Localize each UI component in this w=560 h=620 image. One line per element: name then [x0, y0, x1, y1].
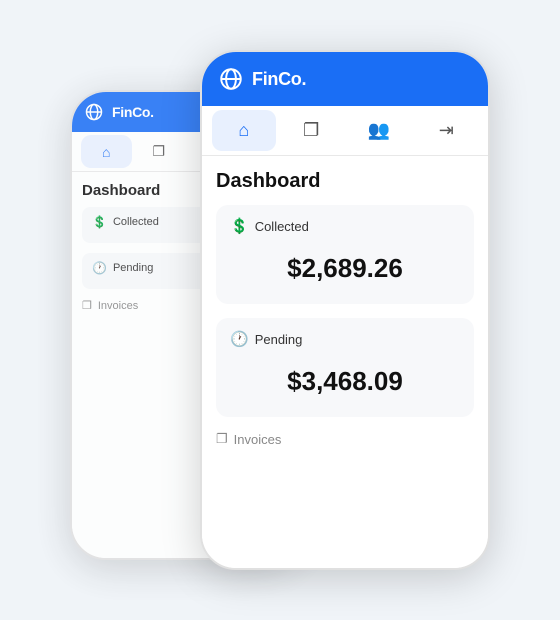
front-pending-icon: 🕐	[230, 330, 249, 348]
phones-container: FinCo. ⌂ ❐ 👥 ⇥ Dashboard 💲 Collected	[70, 30, 490, 590]
front-nav-home[interactable]: ⌂	[212, 110, 276, 151]
globe-icon-back	[84, 102, 104, 122]
back-invoices-icon: ❐	[82, 299, 92, 312]
back-pending-icon: 🕐	[92, 261, 107, 275]
front-nav: ⌂ ❐ 👥 ⇥	[202, 106, 488, 156]
back-collected-icon: 💲	[92, 215, 107, 229]
front-pending-card: 🕐 Pending $3,468.09	[216, 318, 474, 417]
front-pending-value: $3,468.09	[230, 358, 460, 405]
front-invoices-label: ❐ Invoices	[216, 431, 474, 447]
front-collected-card: 💲 Collected $2,689.26	[216, 205, 474, 304]
front-collected-value: $2,689.26	[230, 245, 460, 292]
front-users-icon: 👥	[368, 120, 390, 141]
front-invoices-icon: ❐	[216, 431, 228, 447]
front-home-icon: ⌂	[238, 120, 249, 141]
front-nav-users[interactable]: 👥	[347, 110, 411, 151]
front-collected-label: 💲 Collected	[230, 217, 460, 235]
globe-icon-front	[218, 66, 244, 92]
front-app-title: FinCo.	[252, 69, 306, 90]
front-logout-icon: ⇥	[439, 120, 454, 141]
front-nav-docs[interactable]: ❐	[280, 110, 344, 151]
phone-front: FinCo. ⌂ ❐ 👥 ⇥ Dashboard 💲 Collected	[200, 50, 490, 570]
front-nav-logout[interactable]: ⇥	[415, 110, 479, 151]
front-content: Dashboard 💲 Collected $2,689.26 🕐 Pendin…	[202, 156, 488, 570]
back-app-title: FinCo.	[112, 104, 154, 120]
back-home-icon: ⌂	[102, 144, 110, 160]
back-nav-home[interactable]: ⌂	[81, 135, 132, 168]
front-phone-header: FinCo.	[202, 52, 488, 106]
front-pending-label: 🕐 Pending	[230, 330, 460, 348]
front-collected-icon: 💲	[230, 217, 249, 235]
back-nav-docs[interactable]: ❐	[134, 135, 185, 168]
back-docs-icon: ❐	[152, 143, 165, 160]
front-docs-icon: ❐	[303, 120, 319, 141]
front-dashboard-title: Dashboard	[216, 170, 474, 193]
